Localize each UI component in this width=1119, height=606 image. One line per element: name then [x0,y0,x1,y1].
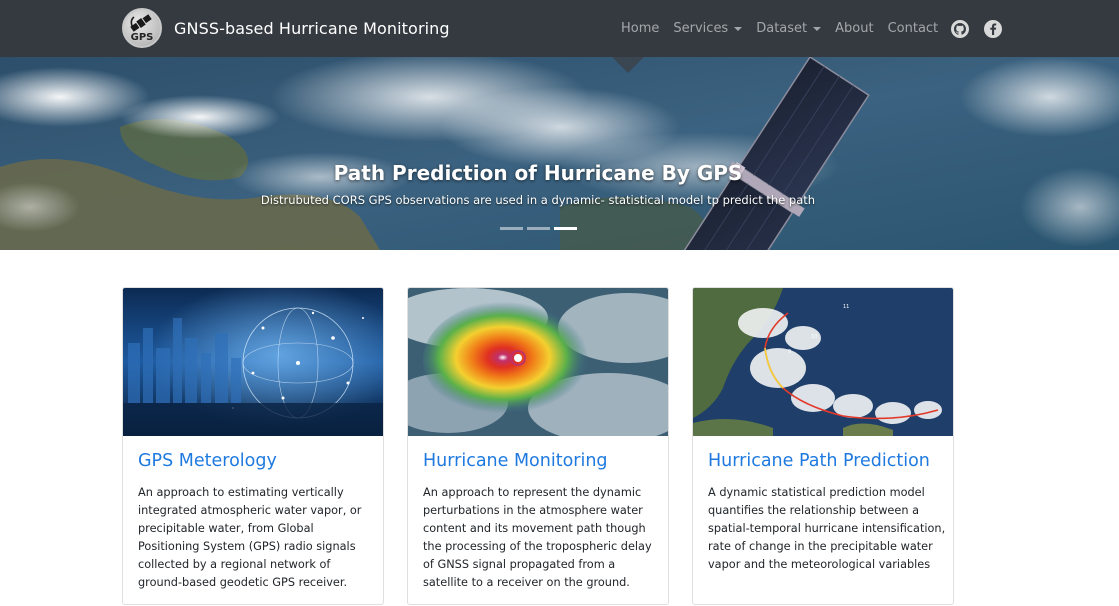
nav-services-label: Services [673,21,729,36]
hero-title: Path Prediction of Hurricane By GPS [333,161,743,185]
navbar: GPS GNSS-based Hurricane Monitoring Home… [0,0,1119,57]
nav-home[interactable]: Home [621,21,659,36]
card-image-hurricane-radar [408,288,668,436]
nav-about[interactable]: About [835,21,873,36]
hero-caption: Distrubuted CORS GPS observations are us… [260,193,816,207]
card-image-network-globe [123,288,383,436]
card-text: A dynamic statistical prediction model q… [708,486,946,571]
carousel-indicators [500,227,581,230]
earth-satellite-image [0,57,1119,250]
nav-contact[interactable]: Contact [888,21,939,36]
github-icon[interactable] [951,19,970,38]
nav-dataset-label: Dataset [756,21,808,36]
svg-text:11: 11 [843,304,849,310]
card-image-hurricane-path-map: 11 10 9 [693,288,953,436]
facebook-icon[interactable] [984,19,1003,38]
carousel-indicator-3[interactable] [554,227,577,230]
card-title[interactable]: Hurricane Monitoring [423,451,608,471]
nav-dataset-dropdown[interactable]: Dataset [756,21,822,36]
chevron-down-icon [734,27,743,31]
social-icons [951,19,1003,38]
nav-services-dropdown[interactable]: Services [673,21,743,36]
carousel-indicator-1[interactable] [500,227,523,230]
svg-text:10: 10 [811,334,817,340]
svg-text:9: 9 [788,349,791,355]
card-title[interactable]: GPS Meterology [138,451,277,471]
brand-link[interactable]: GPS GNSS-based Hurricane Monitoring [122,8,450,48]
hero-carousel[interactable]: Path Prediction of Hurricane By GPS Dist… [0,57,1119,250]
carousel-indicator-2[interactable] [527,227,550,230]
chevron-down-icon [813,27,822,31]
card-hurricane-monitoring: Hurricane Monitoring An approach to repr… [407,287,669,605]
card-gps-meteorology: GPS Meterology An approach to estimating… [122,287,384,605]
card-hurricane-path-prediction: 11 10 9 Hurricane Path Prediction A dynami… [692,287,954,605]
brand-title: GNSS-based Hurricane Monitoring [174,18,450,38]
main-nav: Home Services Dataset About Contact [621,0,1003,57]
card-text: An approach to represent the dynamic per… [423,486,652,589]
logo-text: GPS [130,32,154,43]
gps-logo: GPS [122,8,162,48]
card-title[interactable]: Hurricane Path Prediction [708,451,930,471]
card-text: An approach to estimating vertically int… [138,486,362,589]
